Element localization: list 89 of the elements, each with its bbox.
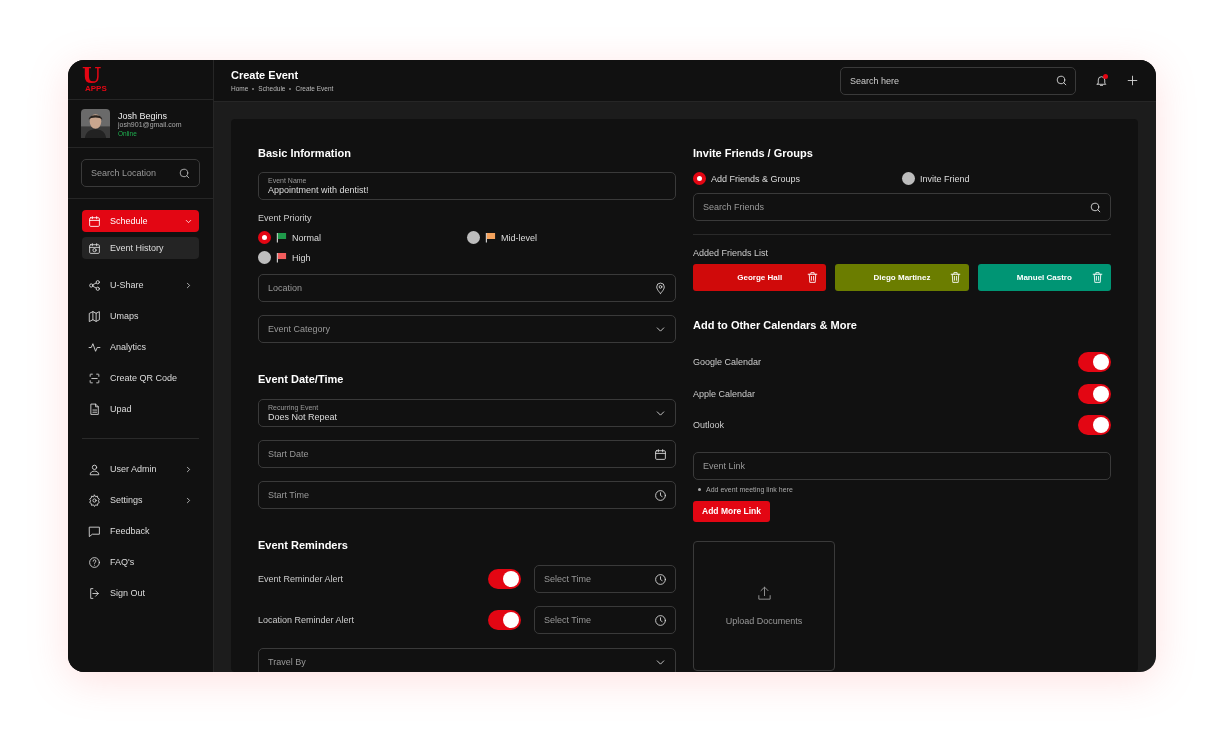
sign-out-icon [88, 586, 101, 600]
toggle-switch[interactable] [1078, 415, 1111, 435]
map-icon [88, 309, 101, 323]
sidebar-item[interactable]: Analytics [82, 336, 199, 358]
option-label: Invite Friend [920, 173, 970, 184]
option-label: High [292, 252, 311, 263]
calendar-label: Google Calendar [693, 357, 762, 367]
event-link-field[interactable]: Event Link [693, 451, 1111, 480]
add-link-button[interactable]: Add More Link [693, 500, 771, 522]
sidebar-item[interactable]: Settings [82, 489, 199, 511]
chevron-icon [184, 464, 193, 474]
option-label: Normal [292, 232, 321, 243]
search-icon [1089, 200, 1102, 214]
chat-icon [88, 524, 101, 538]
sidebar-item[interactable]: Sign Out [82, 582, 199, 604]
toggle-switch[interactable] [488, 569, 521, 589]
settings-icon [88, 493, 101, 507]
sidebar-subitem[interactable]: Event History [82, 237, 199, 259]
sidebar-item[interactable]: Schedule [82, 210, 199, 232]
field-label: Added Friends List [693, 248, 770, 258]
bell-icon [1094, 74, 1108, 87]
time-field[interactable]: Select Time [534, 565, 676, 593]
clock-icon [654, 488, 667, 502]
radio-button[interactable] [258, 231, 271, 244]
travel-dropdown[interactable]: Travel By [258, 648, 676, 672]
option-label: Add Friends & Groups [711, 173, 801, 184]
notification-button[interactable] [1094, 73, 1108, 88]
sidebar-item[interactable]: Create QR Code [82, 367, 199, 389]
section-title: Invite Friends / Groups [693, 147, 814, 160]
trash-icon[interactable] [1091, 271, 1104, 284]
search-field[interactable]: Search here [840, 66, 1076, 95]
plus-icon[interactable] [1126, 74, 1139, 87]
option-label: Mid-level [501, 232, 537, 243]
logo-caption: APPS [85, 85, 107, 93]
search-field[interactable]: Search Friends [693, 193, 1111, 221]
location-field[interactable]: Location [258, 274, 676, 302]
search-icon [178, 166, 191, 180]
calendar-icon [88, 241, 101, 255]
calendar-icon [88, 214, 101, 228]
chevron-icon [184, 495, 193, 505]
toggle-switch[interactable] [1078, 352, 1111, 372]
section-title: Basic Information [258, 147, 352, 160]
search-field[interactable]: Search Location [81, 159, 200, 187]
reminder-label: Event Reminder Alert [258, 574, 345, 584]
sidebar-item[interactable]: User Admin [82, 458, 199, 480]
toggle-switch[interactable] [488, 610, 521, 630]
friend-name: Manuel Castro [1016, 273, 1072, 282]
radio-button[interactable] [258, 251, 271, 264]
sidebar-item[interactable]: Upad [82, 398, 199, 420]
logo: U [82, 66, 102, 85]
sidebar-item[interactable]: Feedback [82, 520, 199, 542]
calendar-icon [654, 447, 667, 461]
date-field[interactable]: Start Date [258, 440, 676, 468]
upload-icon [755, 585, 773, 602]
clock-icon [654, 572, 667, 586]
section-title: Event Reminders [258, 539, 349, 552]
scan-icon [88, 371, 101, 385]
sidebar-item[interactable]: FAQ's [82, 551, 199, 573]
trash-icon[interactable] [948, 271, 962, 284]
sidebar-item[interactable]: U-Share [82, 274, 199, 296]
radio-button[interactable] [902, 172, 915, 185]
clock-icon [654, 613, 667, 627]
chevron-icon [184, 280, 193, 290]
search-icon [1055, 74, 1068, 87]
trash-icon[interactable] [806, 271, 820, 284]
calendar-label: Apple Calendar [693, 388, 756, 399]
share-icon [88, 278, 101, 292]
friend-name: Diego Martinez [873, 273, 931, 282]
category-dropdown[interactable]: Event Category [258, 315, 676, 343]
radio-button[interactable] [693, 172, 706, 185]
document-icon [88, 402, 101, 416]
sidebar-item[interactable]: Umaps [82, 305, 199, 327]
page-title: Create Event [231, 69, 300, 81]
user-icon [88, 462, 101, 476]
user-name: Josh Begins [118, 110, 168, 121]
reminder-label: Location Reminder Alert [258, 615, 356, 625]
radio-button[interactable] [467, 231, 480, 244]
calendar-label: Outlook [693, 420, 725, 430]
friend-name: George Hall [737, 273, 783, 282]
time-field[interactable]: Select Time [534, 606, 676, 634]
activity-icon [88, 340, 101, 354]
toggle-switch[interactable] [1078, 383, 1111, 404]
section-title: Event Date/Time [258, 373, 345, 386]
help-icon [88, 555, 101, 569]
upload-area[interactable]: Upload Documents [693, 540, 835, 671]
location-pin-icon [654, 281, 667, 295]
time-field[interactable]: Start Time [258, 481, 676, 509]
field-label: Event Priority [258, 213, 313, 223]
section-title: Add to Other Calendars & More [693, 319, 858, 332]
